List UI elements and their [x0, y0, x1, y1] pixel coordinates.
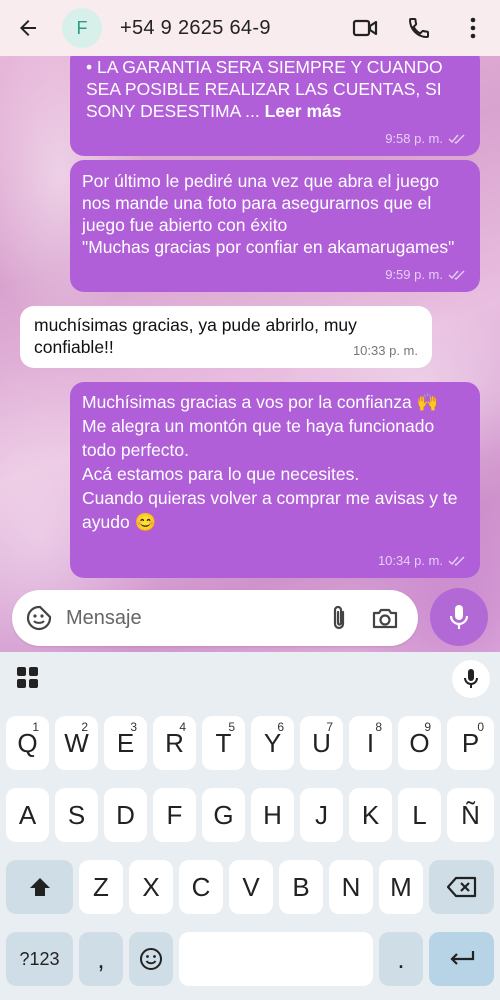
key-c[interactable]: C — [179, 860, 223, 914]
key-e[interactable]: E3 — [104, 716, 147, 770]
message-meta: 9:58 p. m. — [385, 128, 466, 150]
message-time: 9:58 p. m. — [385, 131, 443, 146]
voice-message-button[interactable] — [430, 588, 488, 646]
key-o[interactable]: O9 — [398, 716, 441, 770]
key-s[interactable]: S — [55, 788, 98, 842]
key-l[interactable]: L — [398, 788, 441, 842]
key-b[interactable]: B — [279, 860, 323, 914]
message-text: Muchísimas gracias a vos por la confianz… — [82, 392, 458, 532]
microphone-icon — [449, 605, 469, 629]
apps-grid-icon — [17, 667, 38, 688]
space-key[interactable] — [179, 932, 373, 986]
more-vert-icon — [470, 17, 476, 39]
sticker-button[interactable] — [12, 590, 66, 646]
message-bubble[interactable]: Por último le pediré una vez que abra el… — [70, 160, 480, 292]
key-x[interactable]: X — [129, 860, 173, 914]
enter-key[interactable] — [429, 932, 494, 986]
key-i[interactable]: I8 — [349, 716, 392, 770]
key-w[interactable]: W2 — [55, 716, 98, 770]
enter-icon — [449, 951, 474, 965]
video-call-button[interactable] — [338, 0, 392, 56]
message-meta: 10:34 p. m. — [378, 550, 466, 572]
emoji-key[interactable] — [129, 932, 173, 986]
contact-name[interactable]: +54 9 2625 64-9 — [120, 17, 270, 40]
key-y[interactable]: Y6 — [251, 716, 294, 770]
key-t[interactable]: T5 — [202, 716, 245, 770]
message-text: • LA GARANTIA SERA SIEMPRE Y CUANDO SEA … — [84, 56, 466, 122]
keyboard-voice-button[interactable] — [452, 660, 490, 698]
paperclip-icon — [333, 605, 345, 630]
message-time: 9:59 p. m. — [385, 267, 443, 282]
key-enye[interactable]: Ñ — [447, 788, 494, 842]
key-n[interactable]: N — [329, 860, 373, 914]
message-time: 10:33 p. m. — [352, 343, 418, 358]
back-button[interactable] — [0, 0, 56, 56]
arrow-left-icon — [20, 20, 36, 36]
camera-button[interactable] — [362, 590, 408, 646]
key-q[interactable]: Q1 — [6, 716, 49, 770]
double-check-icon — [448, 134, 465, 144]
message-meta: 9:59 p. m. — [385, 264, 466, 286]
message-input[interactable] — [66, 606, 306, 630]
key-j[interactable]: J — [300, 788, 343, 842]
key-a[interactable]: A — [6, 788, 49, 842]
chat-area[interactable]: • LA GARANTIA SERA SIEMPRE Y CUANDO SEA … — [0, 56, 500, 652]
key-f[interactable]: F — [153, 788, 196, 842]
key-z[interactable]: Z — [79, 860, 123, 914]
backspace-key[interactable] — [429, 860, 494, 914]
key-k[interactable]: K — [349, 788, 392, 842]
key-d[interactable]: D — [104, 788, 147, 842]
microphone-icon — [464, 669, 478, 688]
backspace-icon — [446, 876, 476, 898]
phone-icon — [408, 18, 429, 39]
read-more-link[interactable]: Leer más — [265, 101, 342, 121]
more-options-button[interactable] — [446, 0, 500, 56]
key-r[interactable]: R4 — [153, 716, 196, 770]
period-key[interactable]: . — [379, 932, 423, 986]
message-bubble[interactable]: muchísimas gracias, ya pude abrirlo, muy… — [20, 306, 432, 368]
keyboard-apps-button[interactable] — [16, 666, 40, 690]
shift-key[interactable] — [6, 860, 73, 914]
message-composer — [12, 590, 418, 646]
contact-avatar[interactable]: F — [62, 8, 102, 48]
message-bubble[interactable]: • LA GARANTIA SERA SIEMPRE Y CUANDO SEA … — [70, 56, 480, 156]
symbols-key[interactable]: ?123 — [6, 932, 73, 986]
chat-header: F +54 9 2625 64-9 — [0, 0, 500, 56]
key-p[interactable]: P0 — [447, 716, 494, 770]
attach-button[interactable] — [316, 590, 362, 646]
emoji-icon — [140, 948, 162, 970]
message-text: Por último le pediré una vez que abra el… — [82, 171, 455, 257]
shift-icon — [29, 878, 50, 896]
sticker-icon — [26, 605, 52, 631]
camera-icon — [372, 608, 398, 629]
message-time: 10:34 p. m. — [377, 553, 443, 568]
double-check-icon — [448, 270, 465, 280]
message-text: muchísimas gracias, ya pude abrirlo, muy… — [34, 315, 357, 357]
key-v[interactable]: V — [229, 860, 273, 914]
key-m[interactable]: M — [379, 860, 423, 914]
comma-key[interactable]: , — [79, 932, 123, 986]
key-u[interactable]: U7 — [300, 716, 343, 770]
double-check-icon — [448, 556, 465, 566]
key-h[interactable]: H — [251, 788, 294, 842]
on-screen-keyboard: Q1 W2 E3 R4 T5 Y6 U7 I8 O9 P0 A S D F G … — [0, 652, 500, 1000]
voice-call-button[interactable] — [392, 0, 446, 56]
message-meta: 10:33 p. m. — [353, 340, 418, 362]
key-g[interactable]: G — [202, 788, 245, 842]
video-call-icon — [352, 19, 378, 37]
message-bubble[interactable]: Muchísimas gracias a vos por la confianz… — [70, 382, 480, 578]
